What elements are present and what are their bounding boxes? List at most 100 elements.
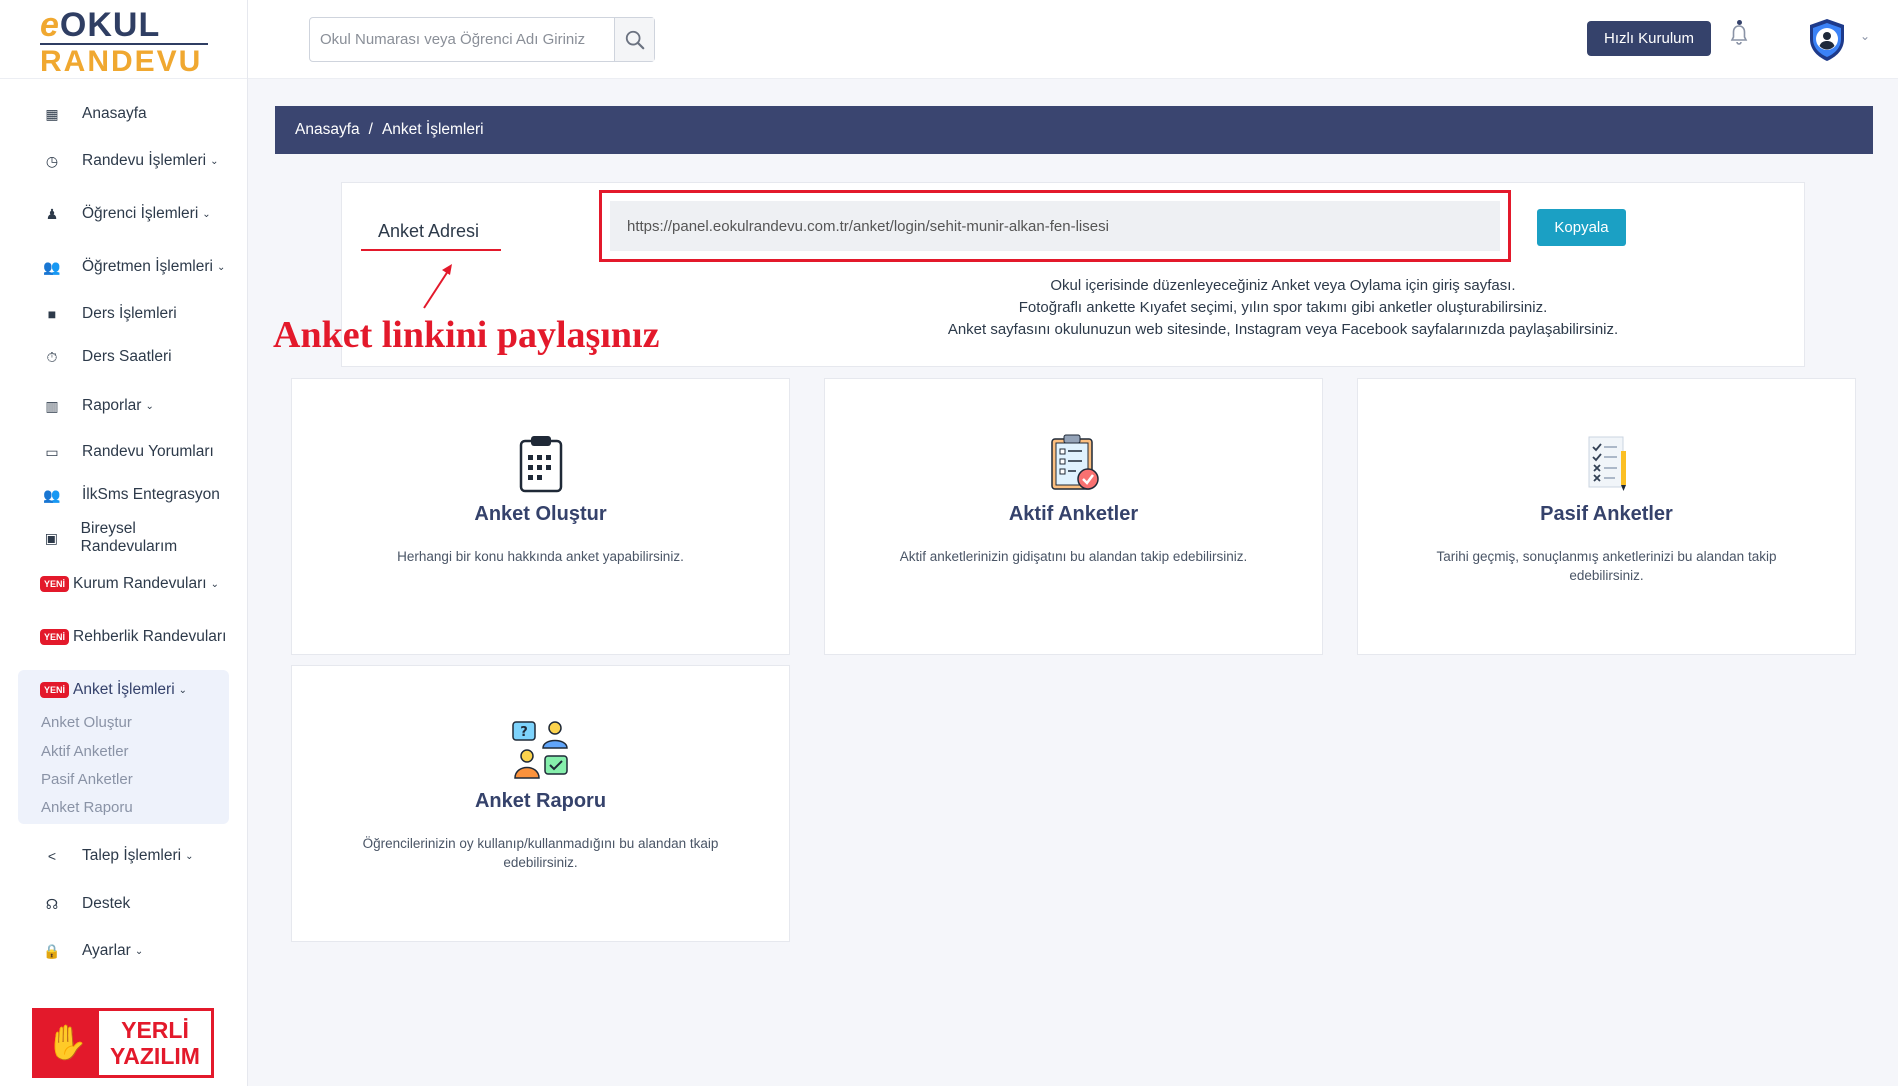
breadcrumb: Anasayfa / Anket İşlemleri (275, 106, 1873, 154)
sidebar-item-label: Talep İşlemleri (82, 847, 182, 864)
sidebar-item-destek[interactable]: ☊ Destek (18, 890, 228, 918)
topbar: Hızlı Kurulum ⌄ (248, 0, 1898, 79)
breadcrumb-separator: / (368, 121, 373, 138)
new-badge: YENİ (40, 682, 70, 698)
sidebar-item-raporlar[interactable]: ▥ Raporlar ⌄ (18, 392, 228, 420)
survey-url-field[interactable] (610, 201, 1500, 251)
people-vote-icon: ? (511, 721, 568, 779)
active-tab-underline (361, 249, 501, 251)
share-icon: < (47, 848, 57, 864)
handshake-icon: ✋ (35, 1011, 99, 1075)
sidebar-item-talep-islemleri[interactable]: < Talep İşlemleri ⌄ (18, 842, 228, 870)
breadcrumb-current: Anket İşlemleri (381, 121, 484, 138)
new-badge: YENİ (40, 576, 70, 592)
logo[interactable]: eOKUL RANDEVU (0, 0, 247, 79)
sidebar-subitem-pasif-anketler[interactable]: Pasif Anketler (41, 771, 133, 788)
sidebar-item-randevu-islemleri[interactable]: ◷ Randevu İşlemleri ⌄ (18, 147, 228, 175)
chevron-down-icon: ⌄ (178, 684, 188, 696)
calendar-icon: ▣ (44, 529, 58, 546)
description-line-2: Fotoğraflı ankette Kıyafet seçimi, yılın… (1018, 299, 1548, 316)
search-box (309, 17, 655, 62)
sidebar-subitem-anket-olustur[interactable]: Anket Oluştur (41, 714, 132, 731)
users-icon: 👥 (43, 258, 61, 275)
yerli-line1: YERLİ (121, 1017, 189, 1043)
sidebar-item-label: İlkSms Entegrasyon (82, 486, 220, 503)
card-title: Aktif Anketler (1008, 503, 1139, 525)
sidebar-item-rehberlik-randevulari[interactable]: YENİ Rehberlik Randevuları (18, 623, 228, 651)
card-title: Pasif Anketler (1540, 503, 1673, 525)
sidebar-item-label: Öğretmen İşlemleri (82, 258, 213, 275)
search-button[interactable] (614, 18, 654, 61)
card-description: Herhangi bir konu hakkında anket yapabil… (397, 549, 684, 564)
svg-text:?: ? (520, 725, 528, 740)
checklist-icon (1588, 436, 1626, 491)
sidebar-item-ogretmen-islemleri[interactable]: 👥 Öğretmen İşlemleri ⌄ (18, 253, 228, 281)
sidebar-item-randevu-yorumlari[interactable]: ▭ Randevu Yorumları (18, 438, 228, 466)
clipboard-list-icon (519, 436, 562, 493)
chevron-down-icon: ⌄ (134, 945, 144, 957)
annotation-arrow-icon (423, 264, 452, 309)
comment-icon: ▭ (45, 443, 59, 460)
sidebar-item-label: Destek (82, 895, 131, 912)
shield-user-icon (1810, 19, 1844, 61)
chevron-down-icon: ⌄ (210, 155, 219, 167)
card-anket-raporu[interactable]: ? Anket Raporu Öğrencilerinizin oy kulla… (291, 665, 790, 942)
card-anket-olustur[interactable]: Anket Oluştur Herhangi bir konu hakkında… (291, 378, 790, 655)
user-avatar[interactable] (1803, 16, 1851, 64)
chevron-down-icon: ⌄ (202, 208, 211, 220)
users-icon: 👥 (43, 486, 61, 503)
breadcrumb-home[interactable]: Anasayfa (295, 121, 360, 139)
card-pasif-anketler[interactable]: Pasif Anketler Tarihi geçmiş, sonuçlanmı… (1357, 378, 1856, 655)
sidebar: eOKUL RANDEVU ▦ Anasayfa ◷ Randevu İşlem… (0, 0, 248, 1086)
sidebar-item-label: Randevu İşlemleri (82, 152, 207, 169)
search-icon (625, 30, 644, 49)
logo-e: e (40, 6, 60, 44)
yerli-yazilim-logo: ✋ YERLİ YAZILIM (32, 1008, 214, 1078)
stopwatch-icon: ⏱ (46, 348, 58, 365)
sidebar-item-ders-saatleri[interactable]: ⏱ Ders Saatleri (18, 343, 228, 371)
sidebar-item-label: Bireysel Randevularım (80, 520, 178, 555)
chevron-down-icon: ⌄ (210, 578, 219, 590)
sidebar-item-ilksms[interactable]: 👥 İlkSms Entegrasyon (18, 481, 228, 509)
card-description: Öğrencilerinizin oy kullanıp/kullanmadığ… (362, 836, 719, 870)
yerli-line2: YAZILIM (110, 1043, 200, 1069)
sidebar-item-label: Rehberlik Randevuları (73, 628, 227, 645)
chevron-down-icon: ⌄ (185, 850, 194, 862)
card-title: Anket Raporu (474, 790, 607, 812)
card-aktif-anketler[interactable]: Aktif Anketler Aktif anketlerinizin gidi… (824, 378, 1323, 655)
copy-button[interactable]: Kopyala (1537, 209, 1626, 246)
survey-address-label[interactable]: Anket Adresi (378, 221, 479, 242)
sidebar-subitem-aktif-anketler[interactable]: Aktif Anketler (41, 743, 129, 760)
logo-bottom-text: RANDEVU (40, 45, 203, 78)
calendar-clock-icon: ◷ (45, 152, 59, 169)
chevron-down-icon[interactable]: ⌄ (1860, 29, 1870, 43)
folder-icon: ■ (47, 306, 57, 322)
lock-icon: 🔒 (43, 942, 61, 959)
quick-setup-button[interactable]: Hızlı Kurulum (1587, 21, 1711, 56)
bar-chart-icon: ▥ (45, 397, 59, 414)
sidebar-subitem-anket-raporu[interactable]: Anket Raporu (41, 799, 133, 816)
card-title: Anket Oluştur (474, 503, 607, 525)
sidebar-item-label: Ders Saatleri (82, 348, 172, 365)
sidebar-item-ayarlar[interactable]: 🔒 Ayarlar ⌄ (18, 937, 228, 965)
sidebar-item-ogrenci-islemleri[interactable]: ♟ Öğrenci İşlemleri ⌄ (18, 200, 228, 228)
chevron-down-icon: ⌄ (216, 261, 226, 273)
sidebar-item-bireysel-randevularim[interactable]: ▣ Bireysel Randevularım (18, 520, 228, 555)
sidebar-item-kurum-randevulari[interactable]: YENİ Kurum Randevuları ⌄ (18, 570, 228, 598)
card-description: Aktif anketlerinizin gidişatını bu aland… (899, 549, 1248, 564)
chevron-down-icon: ⌄ (145, 400, 154, 412)
sidebar-item-label: Ders İşlemleri (82, 305, 177, 322)
annotation-text: Anket linkini paylaşınız (273, 314, 660, 356)
sidebar-item-label: Anket İşlemleri (73, 681, 175, 698)
sidebar-item-label: Randevu Yorumları (82, 443, 214, 460)
sidebar-item-anket-islemleri[interactable]: YENİ Anket İşlemleri ⌄ (18, 676, 228, 704)
sidebar-item-anasayfa[interactable]: ▦ Anasayfa (18, 100, 228, 128)
description-line-1: Okul içerisinde düzenleyeceğiniz Anket v… (1050, 277, 1516, 294)
sidebar-item-label: Ayarlar (82, 942, 131, 959)
sidebar-item-label: Kurum Randevuları (73, 575, 207, 592)
sidebar-item-label: Öğrenci İşlemleri (82, 205, 199, 222)
clipboard-check-icon (1050, 434, 1099, 490)
bell-icon[interactable] (1729, 24, 1749, 52)
sidebar-item-ders-islemleri[interactable]: ■ Ders İşlemleri (18, 300, 228, 328)
search-input[interactable] (310, 18, 614, 61)
